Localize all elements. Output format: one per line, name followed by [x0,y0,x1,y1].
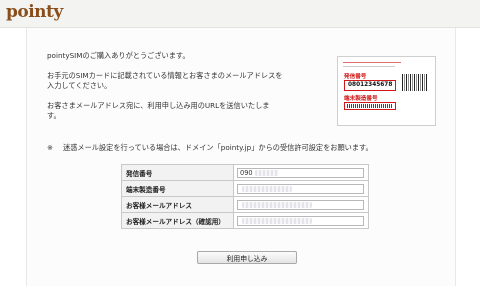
intro-line-instruction-1: お手元のSIMカードに記載されている情報とお客さまのメールアドレスを [47,71,283,80]
note-mark: ※ [47,143,54,152]
spam-filter-note: ※ 迷惑メール設定を行っている場合は、ドメイン「pointy.jp」からの受信許可… [47,143,373,153]
card-serial-box [344,102,396,110]
redacted-text [242,217,312,224]
redacted-text [254,169,279,176]
card-phone-box: 08012345678 [344,80,396,91]
email-label: お客様メールアドレス [122,197,234,212]
registration-form: 発信番号 090 端末製造番号 お客様メールアドレス お客様メールアドレス（確認… [121,164,369,229]
serial-number-input[interactable] [237,183,364,194]
intro-line-email-1: お客さまメールアドレス宛に、利用申し込み用のURLを送信いたしま [47,101,270,110]
form-row-email: お客様メールアドレス [121,197,369,213]
phone-number-input[interactable]: 090 [237,167,364,178]
pointy-logo[interactable]: pointy [6,2,63,22]
field-cell [234,181,368,196]
card-serial-label: 端末製造番号 [344,96,378,102]
serial-number-label: 端末製造番号 [122,181,234,196]
email-confirm-label: お客様メールアドレス（確認用） [122,213,234,228]
field-cell [234,197,368,212]
card-decoration-line [343,66,395,67]
email-input[interactable] [237,199,364,210]
redacted-text [242,185,292,192]
field-cell: 090 [234,165,368,180]
card-phone-label: 発信番号 [344,74,367,80]
submit-button[interactable]: 利用申し込み [197,251,297,264]
field-cell [234,213,368,228]
card-decoration-line [343,62,401,63]
intro-text: pointySIMのご購入ありがとうございます。 お手元のSIMカードに記載され… [47,51,317,121]
redacted-text [242,201,312,208]
card-barcode [402,74,428,91]
card-serial-barcode [347,104,392,108]
form-row-phone: 発信番号 090 [121,164,369,181]
phone-number-label: 発信番号 [122,165,234,180]
email-confirm-input[interactable] [237,215,364,226]
form-row-serial: 端末製造番号 [121,181,369,197]
sim-card-illustration: 発信番号 08012345678 端末製造番号 [337,56,436,126]
form-row-email-confirm: お客様メールアドレス（確認用） [121,213,369,229]
phone-number-value: 090 [240,168,253,177]
intro-line-email-2: す。 [47,111,61,120]
intro-line-thanks: pointySIMのご購入ありがとうございます。 [47,51,190,60]
intro-line-instruction-2: 入力してください。 [47,81,112,90]
note-text: 迷惑メール設定を行っている場合は、ドメイン「pointy.jp」からの受信許可設… [63,143,373,152]
header-bar: pointy [0,0,480,28]
card-phone-number: 08012345678 [348,82,393,88]
